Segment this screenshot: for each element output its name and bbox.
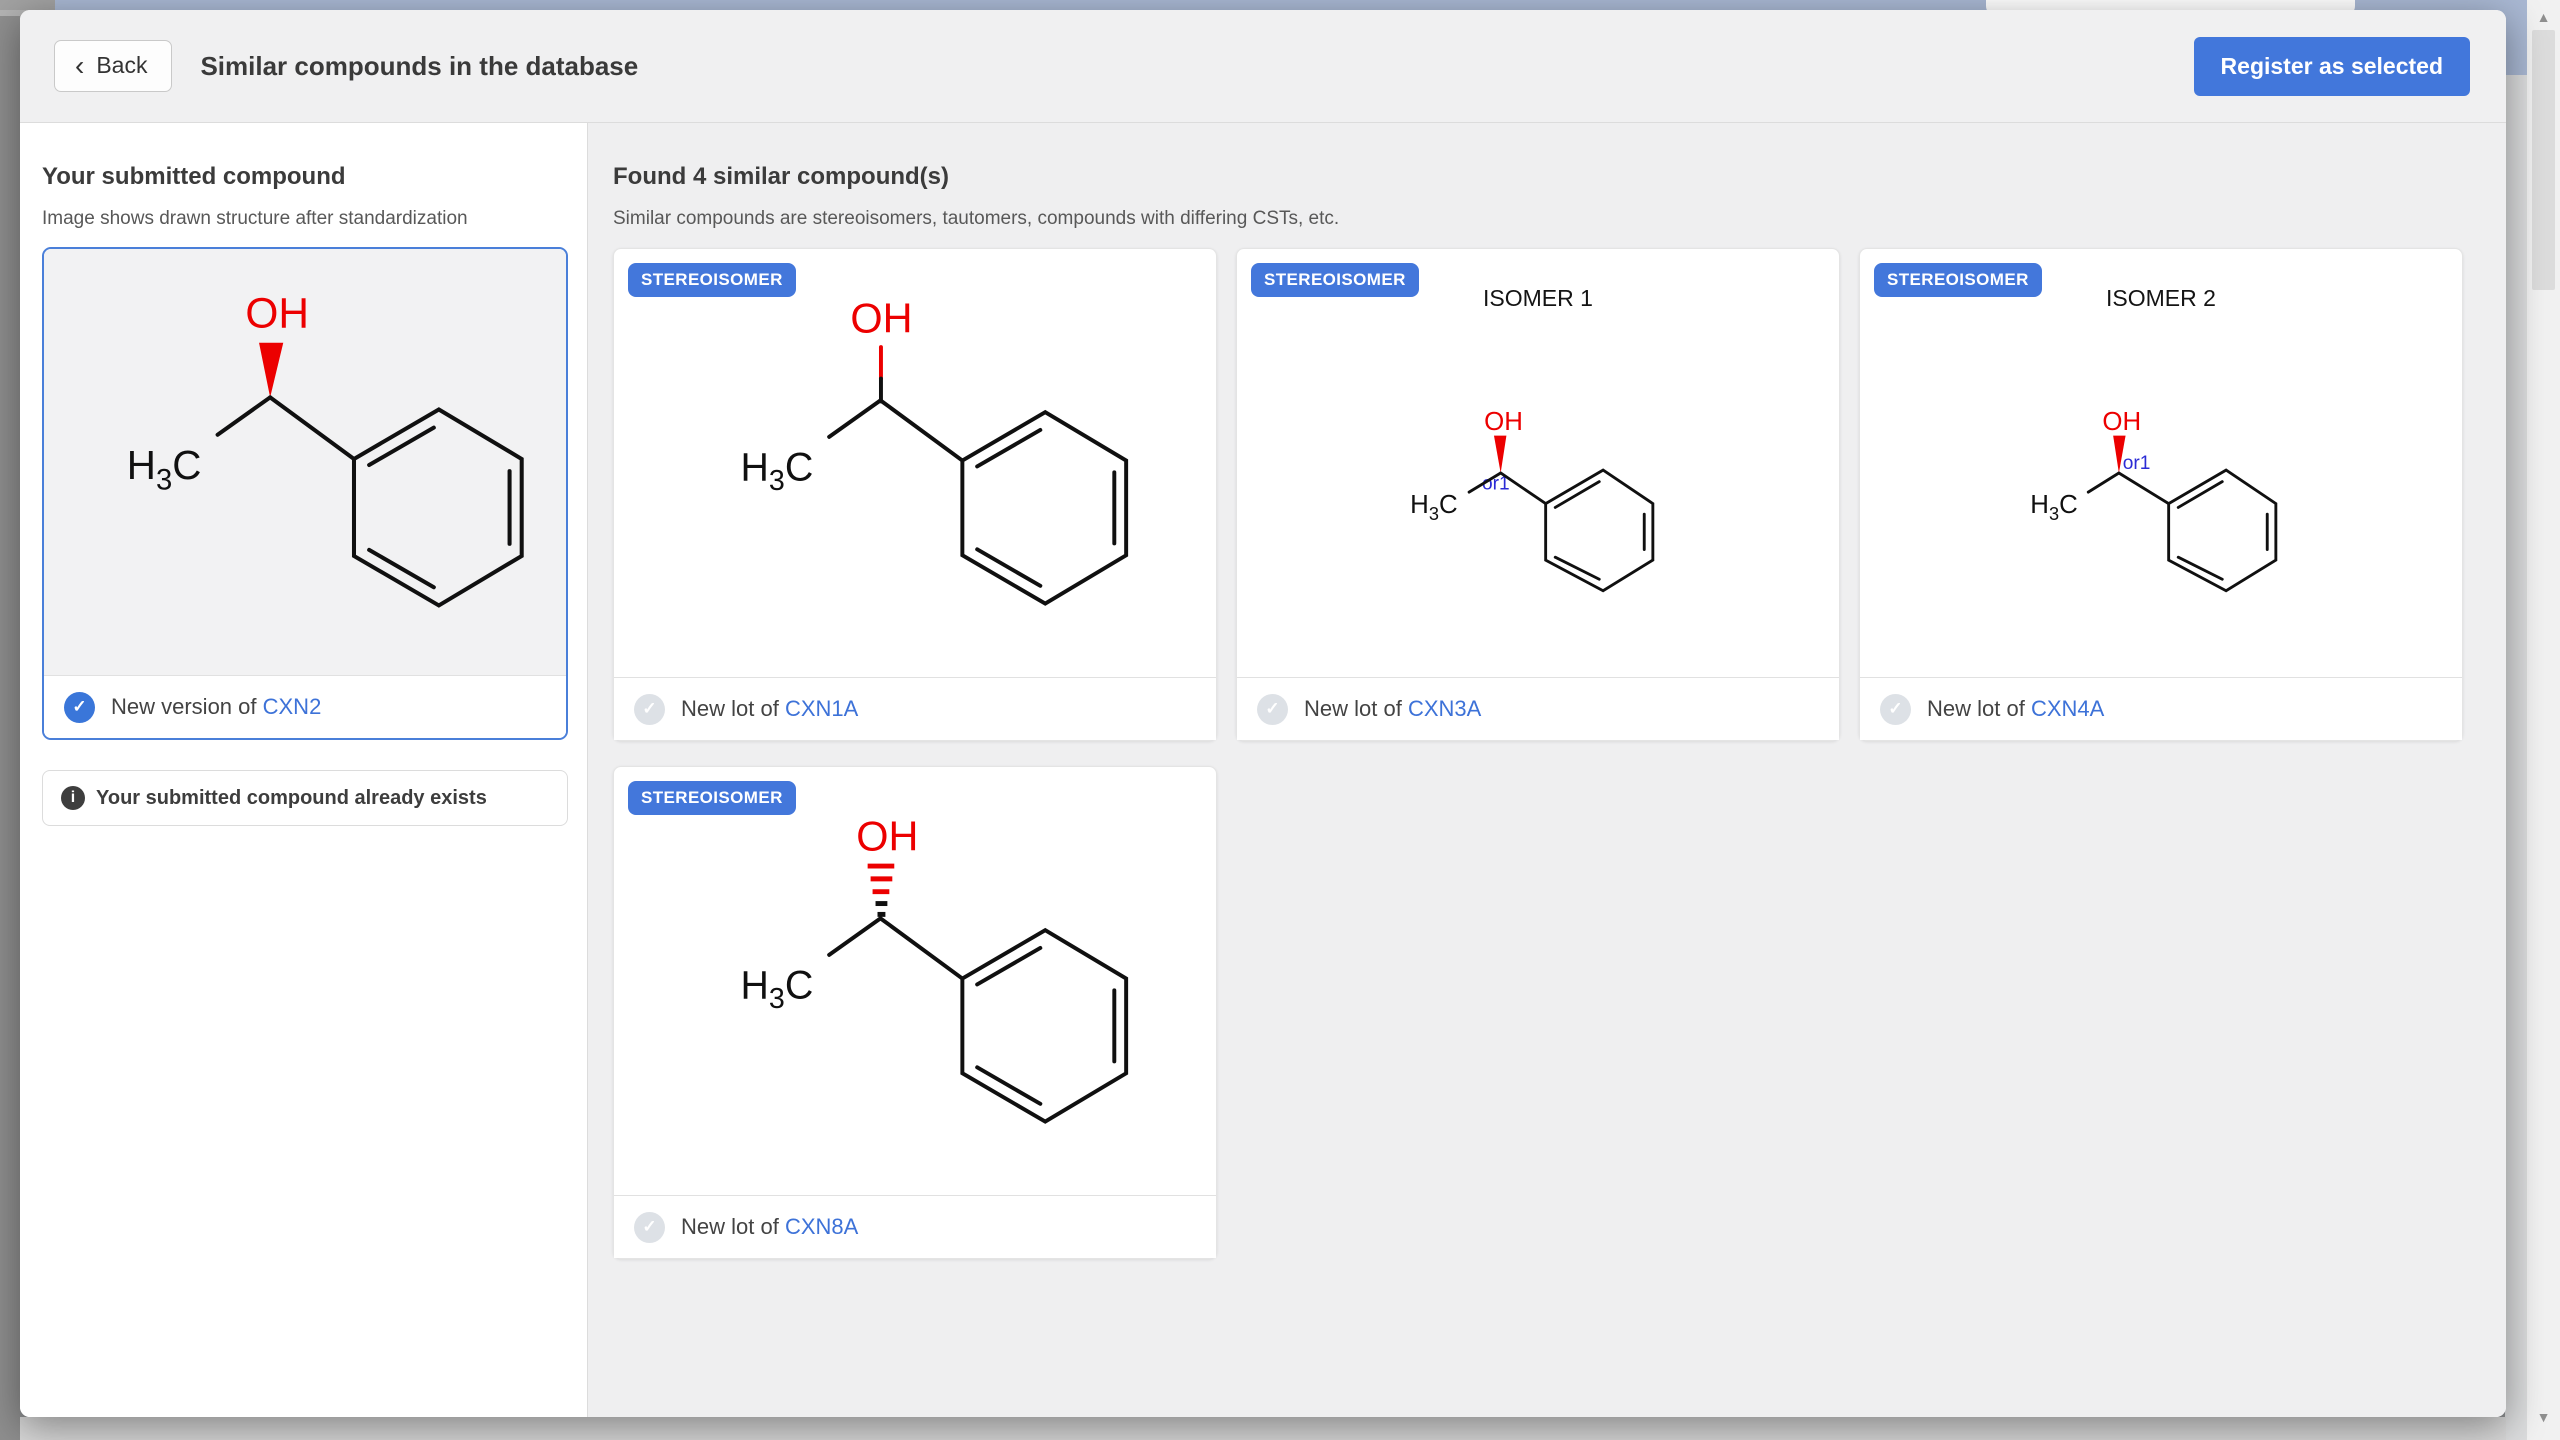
structure-area: OH H3C [614, 767, 1216, 1195]
background-left-column [0, 16, 20, 1440]
ipso-bond [880, 400, 962, 460]
stereoisomer-badge: STEREOISOMER [1251, 263, 1419, 297]
benzene-ring [962, 930, 1126, 1121]
oh-label: OH [856, 812, 918, 859]
compound-link-cxn1a[interactable]: CXN1A [785, 696, 858, 721]
results-subheading: Similar compounds are stereoisomers, tau… [613, 208, 2506, 230]
structure-drawing-submitted: OH H3C [78, 265, 533, 659]
info-icon: i [61, 786, 85, 810]
ipso-bond [880, 918, 962, 978]
structure-drawing-cxn8a: OH H3C [693, 789, 1137, 1174]
card-footer: ✓ New lot of CXN4A [1860, 677, 2462, 740]
similar-compound-card-cxn8a[interactable]: STEREOISOMER OH [613, 766, 1217, 1259]
select-check-icon[interactable]: ✓ [634, 1212, 665, 1243]
compound-link-cxn8a[interactable]: CXN8A [785, 1214, 858, 1239]
card-footer: ✓ New lot of CXN1A [614, 677, 1216, 740]
similar-compound-card-cxn4a[interactable]: STEREOISOMER ISOMER 2 OH or1 H3C [1859, 248, 2463, 741]
compound-link-cxn4a[interactable]: CXN4A [2031, 696, 2104, 721]
select-check-icon[interactable]: ✓ [634, 694, 665, 725]
oh-label: OH [1484, 407, 1523, 435]
benzene-ring [1546, 470, 1653, 591]
similar-compounds-dialog: ‹ Back Similar compounds in the database… [20, 10, 2506, 1417]
h3c-label: H3C [740, 445, 813, 497]
oh-label: OH [2102, 407, 2141, 435]
methyl-bond [829, 918, 880, 955]
methyl-bond [217, 397, 270, 434]
notice-text: Your submitted compound already exists [96, 787, 487, 810]
submitted-structure-area: OH H3C [44, 249, 566, 675]
structure-drawing-cxn4a: OH or1 H3C [2027, 380, 2295, 610]
screen: ▲ ▼ ‹ Back Similar compounds in the data… [0, 0, 2560, 1440]
h3c-label: H3C [2030, 491, 2077, 524]
window-scrollbar[interactable]: ▲ ▼ [2527, 0, 2560, 1440]
relation-text: New lot of CXN4A [1927, 696, 2104, 722]
stereoisomer-badge: STEREOISOMER [1874, 263, 2042, 297]
structure-area: OH or1 H3C [1860, 312, 2462, 677]
dialog-body: Your submitted compound Image shows draw… [20, 123, 2506, 1417]
relation-text: New version of CXN2 [111, 694, 321, 720]
h3c-label: H3C [1410, 491, 1457, 524]
stereoisomer-badge: STEREOISOMER [628, 781, 796, 815]
compound-link-cxn3a[interactable]: CXN3A [1408, 696, 1481, 721]
oh-label: OH [245, 290, 309, 337]
ipso-bond [2119, 472, 2169, 503]
methyl-bond [829, 400, 880, 437]
relation-prefix: New version of [111, 694, 263, 719]
ipso-bond [270, 397, 354, 459]
submitted-heading: Your submitted compound [42, 163, 568, 191]
scrollbar-thumb[interactable] [2532, 30, 2555, 290]
selected-check-icon[interactable]: ✓ [64, 692, 95, 723]
submitted-subheading: Image shows drawn structure after standa… [42, 208, 568, 230]
relation-prefix: New lot of [681, 696, 785, 721]
similar-compounds-panel: Found 4 similar compound(s) Similar comp… [588, 123, 2506, 1417]
benzene-ring [2169, 470, 2276, 591]
select-check-icon[interactable]: ✓ [1880, 694, 1911, 725]
submitted-compound-card[interactable]: OH H3C ✓ [42, 247, 568, 740]
relation-text: New lot of CXN3A [1304, 696, 1481, 722]
methyl-bond [2088, 472, 2119, 491]
benzene-ring [962, 412, 1126, 603]
register-as-selected-button[interactable]: Register as selected [2194, 37, 2470, 96]
compound-link-cxn2[interactable]: CXN2 [263, 694, 322, 719]
wedge-bond [259, 343, 283, 398]
relation-text: New lot of CXN1A [681, 696, 858, 722]
card-footer: ✓ New lot of CXN3A [1237, 677, 1839, 740]
h3c-label: H3C [740, 963, 813, 1015]
similar-compound-card-cxn1a[interactable]: STEREOISOMER OH H3C [613, 248, 1217, 741]
relation-prefix: New lot of [1927, 696, 2031, 721]
back-button[interactable]: ‹ Back [54, 40, 172, 92]
relation-prefix: New lot of [1304, 696, 1408, 721]
select-check-icon[interactable]: ✓ [1257, 694, 1288, 725]
relation-text: New lot of CXN8A [681, 1214, 858, 1240]
hashed-wedge-bond [868, 866, 895, 914]
stereoisomer-badge: STEREOISOMER [628, 263, 796, 297]
background-right-column [2505, 75, 2527, 1440]
card-footer: ✓ New lot of CXN8A [614, 1195, 1216, 1258]
similar-compound-card-cxn3a[interactable]: STEREOISOMER ISOMER 1 OH or1 H3C [1236, 248, 1840, 741]
h3c-label: H3C [126, 442, 201, 496]
structure-drawing-cxn3a: OH or1 H3C [1404, 380, 1672, 610]
background-bottom-strip [20, 1417, 2506, 1440]
scrollbar-up-arrow-icon[interactable]: ▲ [2527, 4, 2560, 30]
scrollbar-down-arrow-icon[interactable]: ▼ [2527, 1404, 2560, 1430]
structure-area: OH or1 H3C [1237, 312, 1839, 677]
results-heading: Found 4 similar compound(s) [613, 163, 2506, 191]
already-exists-notice: i Your submitted compound already exists [42, 770, 568, 826]
dialog-header: ‹ Back Similar compounds in the database… [20, 10, 2506, 123]
chevron-left-icon: ‹ [75, 56, 84, 76]
wedge-bond [1494, 435, 1506, 472]
dialog-title: Similar compounds in the database [200, 51, 638, 82]
submitted-compound-panel: Your submitted compound Image shows draw… [20, 123, 588, 1417]
benzene-ring [353, 409, 521, 605]
submitted-card-footer: ✓ New version of CXN2 [44, 675, 566, 738]
results-grid: STEREOISOMER OH H3C [613, 248, 2506, 1259]
oh-label: OH [850, 294, 912, 341]
structure-area: OH H3C [614, 249, 1216, 677]
background-right-column-top [2505, 0, 2527, 75]
or1-label: or1 [2123, 453, 2151, 474]
back-button-label: Back [96, 52, 147, 79]
relation-prefix: New lot of [681, 1214, 785, 1239]
structure-drawing-cxn1a: OH H3C [693, 271, 1137, 656]
